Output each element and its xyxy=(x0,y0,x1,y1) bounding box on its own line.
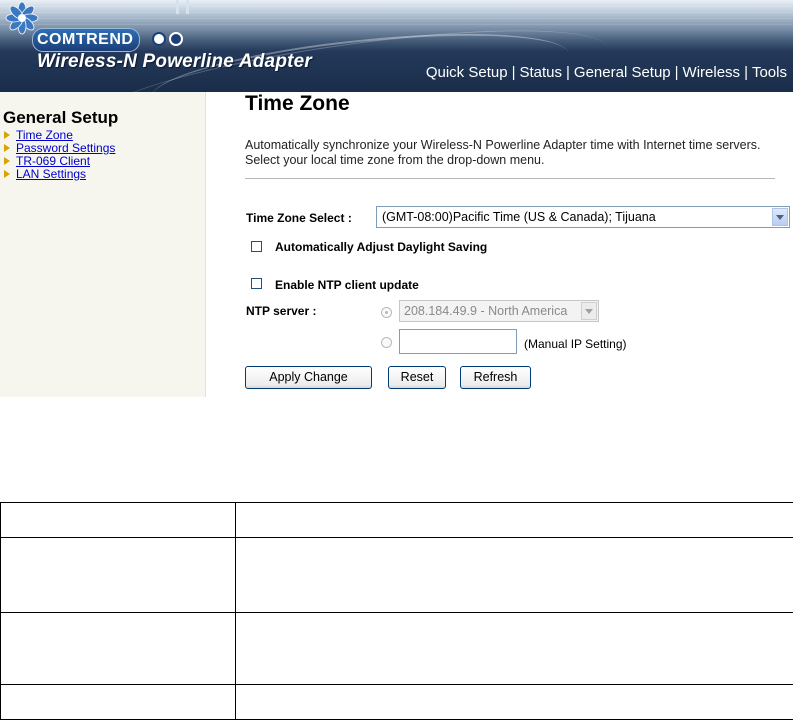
sidebar-link-password-settings[interactable]: Password Settings xyxy=(16,141,115,155)
sidebar-title: General Setup xyxy=(3,108,119,127)
sidebar-menu: Time Zone Password Settings TR-069 Clien… xyxy=(4,129,115,181)
ntp-enable-checkbox[interactable] xyxy=(251,278,262,289)
time-zone-label: Time Zone Select : xyxy=(246,211,352,225)
table-row xyxy=(0,502,793,538)
nav-separator: | xyxy=(566,64,570,81)
nav-quick-setup[interactable]: Quick Setup xyxy=(426,64,508,81)
ntp-server-select[interactable]: 208.184.49.9 - North America xyxy=(399,300,599,322)
page-description: Automatically synchronize your Wireless-… xyxy=(245,138,761,167)
brand-logo: COMTREND xyxy=(32,28,141,52)
sidebar-link-tr069-client[interactable]: TR-069 Client xyxy=(16,154,90,168)
ntp-server-selected-value: 208.184.49.9 - North America xyxy=(404,304,568,318)
daylight-saving-checkbox[interactable] xyxy=(251,241,262,252)
table-cell xyxy=(235,684,793,720)
sidebar-link-lan-settings[interactable]: LAN Settings xyxy=(16,167,86,181)
arrow-bullet-icon xyxy=(4,131,10,139)
nav-tools[interactable]: Tools xyxy=(752,64,787,81)
nav-separator: | xyxy=(744,64,748,81)
table-cell xyxy=(0,537,236,613)
brand-circles-icon xyxy=(152,30,186,48)
arrow-bullet-icon xyxy=(4,170,10,178)
document-table xyxy=(0,502,793,720)
ntp-enable-label: Enable NTP client update xyxy=(275,278,419,292)
table-cell xyxy=(235,537,793,613)
router-admin-screenshot: COMTREND Wireless-N Powerline Adapter Qu… xyxy=(0,0,793,397)
page-title: Time Zone xyxy=(245,92,350,115)
table-cell xyxy=(235,502,793,538)
section-divider xyxy=(245,178,775,179)
table-row xyxy=(0,537,793,613)
table-cell xyxy=(0,612,236,685)
main-panel: Time Zone Automatically synchronize your… xyxy=(206,92,793,397)
ntp-preset-radio[interactable] xyxy=(381,307,392,318)
chevron-down-icon[interactable] xyxy=(581,302,597,320)
nav-separator: | xyxy=(511,64,516,81)
refresh-button[interactable]: Refresh xyxy=(460,366,531,389)
top-navigation: Quick Setup | Status | General Setup | Wireles… xyxy=(426,64,787,81)
nav-wireless[interactable]: Wireless xyxy=(683,64,741,81)
product-name: Wireless-N Powerline Adapter xyxy=(37,51,313,72)
table-row xyxy=(0,612,793,685)
nav-separator: | xyxy=(674,64,679,81)
ntp-manual-radio[interactable] xyxy=(381,337,392,348)
apply-change-button[interactable]: Apply Change xyxy=(245,366,372,389)
arrow-bullet-icon xyxy=(4,157,10,165)
table-row xyxy=(0,684,793,720)
time-zone-select[interactable]: (GMT-08:00)Pacific Time (US & Canada); T… xyxy=(376,206,790,228)
nav-status[interactable]: Status xyxy=(519,64,562,81)
table-cell xyxy=(0,502,236,538)
sidebar-item-lan-settings: LAN Settings xyxy=(4,168,115,181)
header-banner: COMTREND Wireless-N Powerline Adapter Qu… xyxy=(0,0,793,92)
table-cell xyxy=(235,612,793,685)
daylight-saving-label: Automatically Adjust Daylight Saving xyxy=(275,240,488,254)
chevron-down-icon[interactable] xyxy=(772,208,788,226)
table-cell xyxy=(0,684,236,720)
ntp-server-label: NTP server : xyxy=(246,304,317,318)
time-zone-selected-value: (GMT-08:00)Pacific Time (US & Canada); T… xyxy=(382,210,656,224)
sidebar: General Setup Time Zone Password Setting… xyxy=(0,92,206,397)
manual-ip-input[interactable] xyxy=(399,329,517,354)
sidebar-link-time-zone[interactable]: Time Zone xyxy=(16,128,73,142)
manual-ip-note: (Manual IP Setting) xyxy=(524,337,627,351)
arrow-bullet-icon xyxy=(4,144,10,152)
nav-general-setup[interactable]: General Setup xyxy=(574,64,671,81)
reset-button[interactable]: Reset xyxy=(388,366,446,389)
